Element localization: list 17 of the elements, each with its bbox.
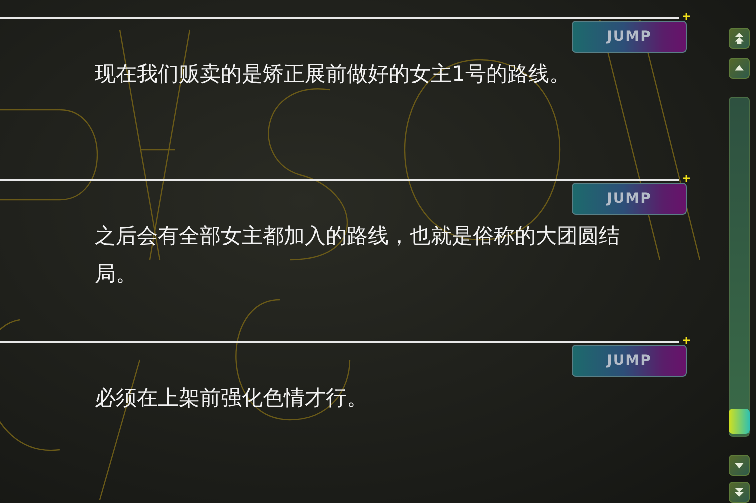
scroll-up-button[interactable] <box>728 58 750 79</box>
plus-icon <box>683 175 690 182</box>
scroll-down-button[interactable] <box>728 455 750 476</box>
double-up-icon <box>734 33 744 44</box>
jump-button[interactable]: JUMP <box>572 183 687 215</box>
jump-button[interactable]: JUMP <box>572 21 687 53</box>
scrollbar-thumb[interactable] <box>728 409 750 434</box>
scroll-top-button[interactable] <box>728 28 750 49</box>
plus-icon <box>683 13 690 20</box>
scrollbar-track[interactable] <box>728 97 750 437</box>
dialogue-text: 必须在上架前强化色情才行。 <box>95 385 369 412</box>
scroll-bottom-button[interactable] <box>728 482 750 503</box>
dialogue-text: 现在我们贩卖的是矫正展前做好的女主1号的路线。 <box>95 61 572 88</box>
double-down-icon <box>734 487 744 498</box>
plus-icon <box>683 337 690 344</box>
jump-button[interactable]: JUMP <box>572 345 687 377</box>
dialogue-text: 之后会有全部女主都加入的路线，也就是俗称的大团圆结局。 <box>95 223 621 288</box>
